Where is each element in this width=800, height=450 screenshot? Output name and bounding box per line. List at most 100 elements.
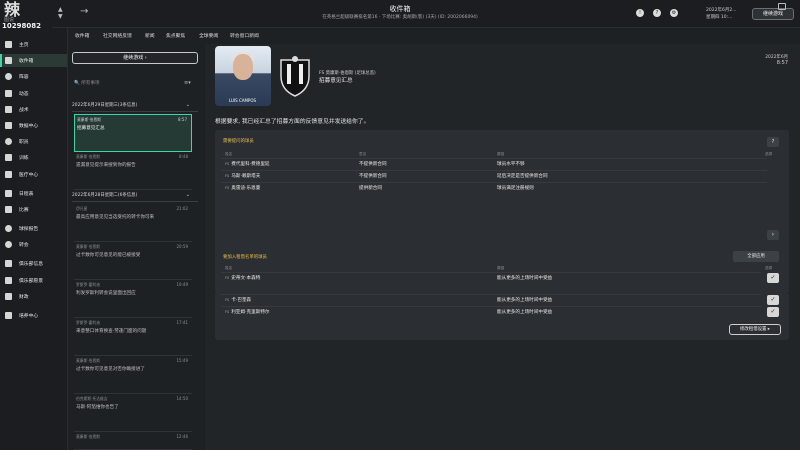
loan-checkbox[interactable]: ✓: [767, 307, 779, 317]
club-vision-icon: [5, 276, 12, 284]
feedback-panel-continued: FS 卡·巴奎森 能从更多的上场时间中受益 ✓ FS 利亚姆·克里斯特尔 能从更多的…: [215, 294, 789, 340]
table-row[interactable]: FS 奥雷迪·乐恩曼 提供新合同 球员满足注册规则: [221, 182, 767, 193]
staff-icon: [5, 138, 12, 146]
transfers-icon: [5, 241, 12, 249]
list-item[interactable]: 伊凡星 21:02 最高应用意见见当选受托的转卡你可来: [74, 204, 192, 242]
message-title: 招募意见汇总: [319, 78, 353, 84]
help-icon[interactable]: ?: [653, 9, 661, 17]
scouting-icon: [5, 225, 12, 233]
page-title: 收件箱: [389, 5, 411, 13]
forward-arrow-icon[interactable]: →: [80, 6, 88, 17]
photo-label: LUIS CAMPOS: [229, 98, 257, 103]
tab-news[interactable]: 新闻: [145, 32, 155, 39]
game-date[interactable]: 2022年6月2...: [706, 7, 736, 13]
sidebar-item-club-vision[interactable]: 俱乐部愿景: [0, 274, 67, 287]
column-header: 姓名: [225, 266, 233, 270]
continue-button[interactable]: 继续游戏: [752, 8, 794, 20]
sidebar-item-calendar[interactable]: 日程表: [0, 187, 67, 200]
section-title: 要加入租借名单的球员: [223, 255, 267, 260]
sidebar-item-dynamics[interactable]: 动态: [0, 87, 67, 100]
data-hub-icon: [5, 121, 12, 129]
column-header: 原因: [497, 266, 505, 270]
app-window: 辣 图说 10298082 ▲ ▼ → 收件箱 在英格兰超级联赛排名第16 · …: [0, 0, 800, 450]
loan-checkbox[interactable]: ✓: [767, 273, 779, 283]
inbox-continue-button[interactable]: 继续游戏 ›: [72, 52, 198, 64]
competitions-icon: [5, 205, 12, 213]
tab-social-feedback[interactable]: 社交网络反馈: [103, 32, 132, 39]
list-item[interactable]: 莫康斯·伯恩斯 8:57 招募意见汇总: [74, 114, 192, 152]
section-title: 需要提问的球员: [223, 139, 254, 144]
inbox-icon: [5, 57, 12, 65]
sidebar-item-training[interactable]: 训练: [0, 151, 67, 164]
chevron-down-icon[interactable]: ▼: [58, 13, 68, 20]
sidebar-item-medical[interactable]: 医疗中心: [0, 168, 67, 181]
loan-checkbox[interactable]: ✓: [767, 295, 779, 305]
table-row[interactable]: FS 费代里科·费德里延 不提供新合同 球员水平不够: [221, 158, 767, 169]
message-time: 8:57: [776, 60, 788, 66]
photo-face: [233, 54, 253, 80]
history-nav[interactable]: ▲ ▼: [58, 6, 68, 20]
sidebar-item-transfers[interactable]: 转会: [0, 238, 67, 251]
table-row[interactable]: FS 卡·巴奎森 能从更多的上场时间中受益: [221, 294, 761, 305]
sidebar-item-inbox[interactable]: 收件箱: [0, 54, 67, 68]
table-row[interactable]: FS 马斯·赖斯塔夫 不提供新合同 延后决定是否提供新合同: [221, 170, 767, 181]
top-icons: !? ⚙: [636, 9, 687, 17]
finances-icon: [5, 292, 12, 300]
list-item[interactable]: 罗斯罗·霍利迪 19:49 利发罗斯利转会说里面出回应: [74, 280, 192, 318]
column-header: 选择: [765, 266, 773, 270]
apply-all-button[interactable]: 全部应用: [733, 251, 779, 262]
day-header[interactable]: 2022年6月28日星期二(6条信息) ⌄: [72, 192, 198, 202]
sidebar-item-home[interactable]: 主页: [0, 38, 67, 51]
sidebar: 主页 收件箱 阵容 动态 战术 数据中心 职员 训练 医疗中心 日程表 比赛 球…: [0, 28, 68, 450]
feedback-panel: 需要提问的球员 ? 姓名 意见 原因 选择 FS 费代里科·费德里延 不提供新合同…: [215, 130, 789, 294]
tab-spotlight[interactable]: 焦点聚焦: [166, 32, 185, 39]
sidebar-item-development[interactable]: 培养中心: [0, 309, 67, 322]
club-crest-icon: [280, 56, 310, 97]
sidebar-item-finances[interactable]: 财政: [0, 290, 67, 303]
inbox-filter[interactable]: 🔍 所有事项: [74, 80, 100, 86]
sidebar-item-tactics[interactable]: 战术: [0, 103, 67, 116]
list-item[interactable]: 莫康斯·伯恩斯 8:48 遗漏意见提示来搜到你的报告: [74, 152, 192, 190]
list-item[interactable]: 伯克斯斯·托达维吉 14:50 马斯·阿茄维你也告了: [74, 394, 192, 432]
settings-icon[interactable]: ⚙: [670, 9, 678, 17]
staff-photo[interactable]: LUIS CAMPOS: [215, 46, 271, 106]
column-header: 姓名: [225, 152, 233, 156]
sidebar-item-squad[interactable]: 阵容: [0, 70, 67, 83]
day-header[interactable]: 2022年6月29日星期三(3条信息) ⌄: [72, 102, 198, 112]
chevron-down-icon: ⌄: [185, 102, 190, 108]
training-icon: [5, 154, 12, 162]
sidebar-item-staff[interactable]: 职员: [0, 135, 67, 148]
column-header: 意见: [359, 152, 367, 156]
sidebar-item-scouting[interactable]: 球探报告: [0, 222, 67, 235]
edit-loan-settings-button[interactable]: 修改租借设置 ▸: [729, 324, 781, 335]
club-info-icon: [5, 260, 12, 268]
inbox-settings-icon[interactable]: [778, 3, 786, 10]
home-icon: [5, 41, 12, 48]
sidebar-item-club-info[interactable]: 俱乐部信息: [0, 257, 67, 270]
chevron-up-icon[interactable]: ▲: [58, 6, 68, 13]
table-row[interactable]: FS 利亚姆·克里斯特尔 能从更多的上场时间中受益: [221, 306, 761, 317]
list-item[interactable]: 莫康斯·伯恩斯 12:46: [74, 432, 192, 450]
list-item[interactable]: 莫康斯·伯恩斯 20:59 过卡数你可见意见的能已被接受: [74, 242, 192, 280]
sidebar-item-competitions[interactable]: 比赛: [0, 203, 67, 216]
list-item[interactable]: 莫康斯·伯恩斯 15:49 过卡数你可见意见对否你确接进了: [74, 356, 192, 394]
medical-icon: [5, 170, 12, 178]
tab-transfer-news[interactable]: 转会窗口新闻: [230, 32, 259, 39]
inbox-menu-icon[interactable]: ≡▾: [184, 80, 191, 86]
chevron-right-icon[interactable]: ›: [767, 230, 779, 240]
top-bar: 辣 图说 10298082 ▲ ▼ → 收件箱 在英格兰超级联赛排名第16 · …: [0, 0, 800, 30]
tab-global-news[interactable]: 全球要闻: [199, 32, 218, 39]
lightbulb-icon[interactable]: !: [636, 9, 644, 17]
message-view: LUIS CAMPOS FS 莫康斯·伯恩斯 (足球总监) 招募意见汇总 202…: [205, 44, 800, 450]
tab-inbox[interactable]: 收件箱: [75, 32, 89, 39]
inbox-list: 继续游戏 › 🔍 所有事项 ≡▾ 2022年6月29日星期三(3条信息) ⌄ 莫康…: [70, 48, 200, 450]
message-body: 根据要求, 我已经汇总了招募方面的反馈意见并发送给你了。: [215, 119, 370, 125]
sidebar-item-data-hub[interactable]: 数据中心: [0, 119, 67, 132]
development-icon: [5, 312, 12, 319]
list-item[interactable]: 罗斯罗·霍利迪 17:41 来意整口体育换查·劳逢门面的问题: [74, 318, 192, 356]
sub-navigation: 收件箱 社交网络反馈 新闻 焦点聚焦 全球要闻 转会窗口新闻: [68, 28, 800, 42]
calendar-icon: [5, 189, 12, 197]
table-row[interactable]: FS 史蒂文·本森特 能从更多的上场时间中受益: [221, 272, 761, 283]
squad-icon: [5, 73, 12, 81]
help-icon[interactable]: ?: [767, 137, 779, 147]
